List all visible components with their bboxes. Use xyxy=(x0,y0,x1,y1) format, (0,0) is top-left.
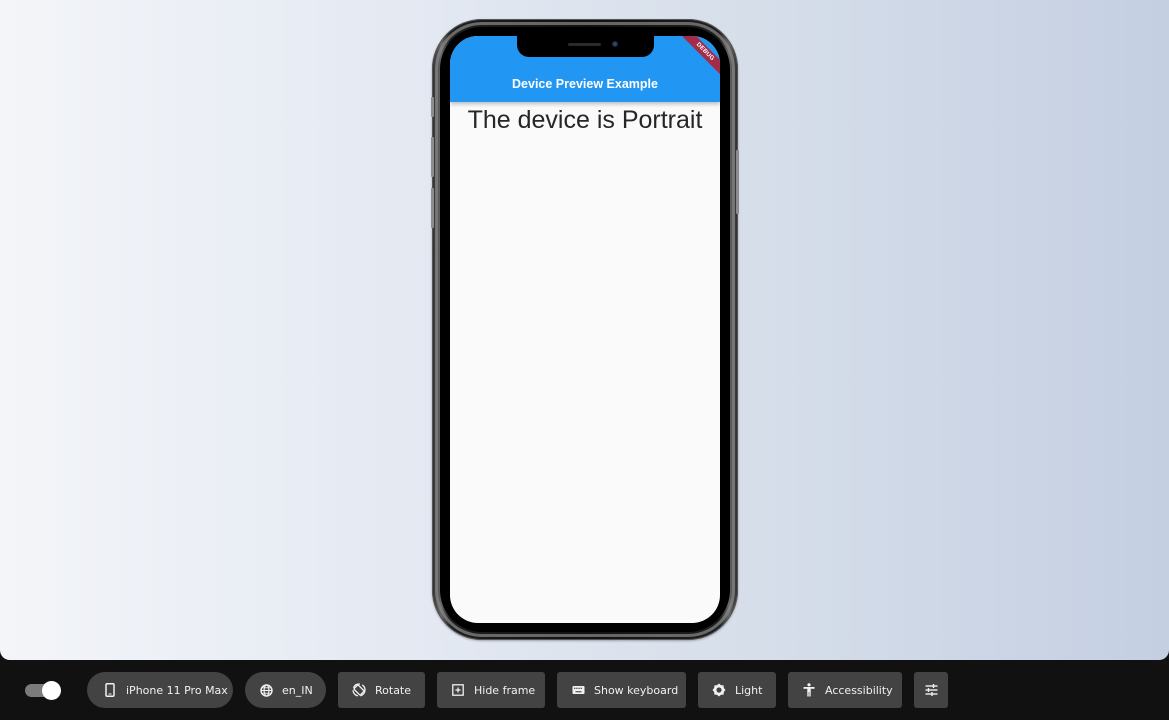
orientation-text: The device is Portrait xyxy=(467,106,703,134)
keyboard-icon xyxy=(571,683,585,697)
frame-icon xyxy=(451,683,465,697)
locale-select-button[interactable]: en_IN xyxy=(245,672,326,708)
globe-icon xyxy=(259,683,273,697)
accessibility-icon xyxy=(802,683,816,697)
toggle-frame-button[interactable]: Hide frame xyxy=(437,672,545,708)
phone-notch xyxy=(517,36,654,57)
rotate-label: Rotate xyxy=(375,683,412,697)
app-bar-title: Device Preview Example xyxy=(512,77,658,91)
show-keyboard-button[interactable]: Show keyboard xyxy=(557,672,686,708)
speaker-grille xyxy=(568,43,601,46)
toggle-frame-label: Hide frame xyxy=(474,683,536,697)
front-camera xyxy=(612,41,618,47)
brightness-icon xyxy=(712,683,726,697)
rotate-button[interactable]: Rotate xyxy=(338,672,425,708)
theme-toggle-label: Light xyxy=(735,683,763,697)
phone-icon xyxy=(103,683,117,697)
device-select-label: iPhone 11 Pro Max xyxy=(126,683,228,697)
preview-enabled-toggle[interactable] xyxy=(25,681,61,700)
device-select-button[interactable]: iPhone 11 Pro Max xyxy=(87,672,233,708)
toggle-knob xyxy=(42,681,61,700)
device-preview-area: Device Preview Example DEBUG The device … xyxy=(0,0,1169,660)
locale-select-label: en_IN xyxy=(282,683,313,697)
device-preview-toolbar: iPhone 11 Pro Max en_IN Rotate Hide fram… xyxy=(0,660,1169,720)
phone-volume-up-button xyxy=(431,137,434,177)
theme-toggle-button[interactable]: Light xyxy=(698,672,776,708)
phone-power-button xyxy=(736,150,739,214)
accessibility-label: Accessibility xyxy=(825,683,893,697)
accessibility-button[interactable]: Accessibility xyxy=(788,672,902,708)
tune-icon xyxy=(924,683,938,697)
show-keyboard-label: Show keyboard xyxy=(594,683,679,697)
rotate-icon xyxy=(352,683,366,697)
phone-mute-switch xyxy=(431,97,434,117)
phone-volume-down-button xyxy=(431,188,434,228)
settings-button[interactable] xyxy=(914,672,948,708)
device-screen[interactable]: Device Preview Example DEBUG The device … xyxy=(450,36,720,623)
